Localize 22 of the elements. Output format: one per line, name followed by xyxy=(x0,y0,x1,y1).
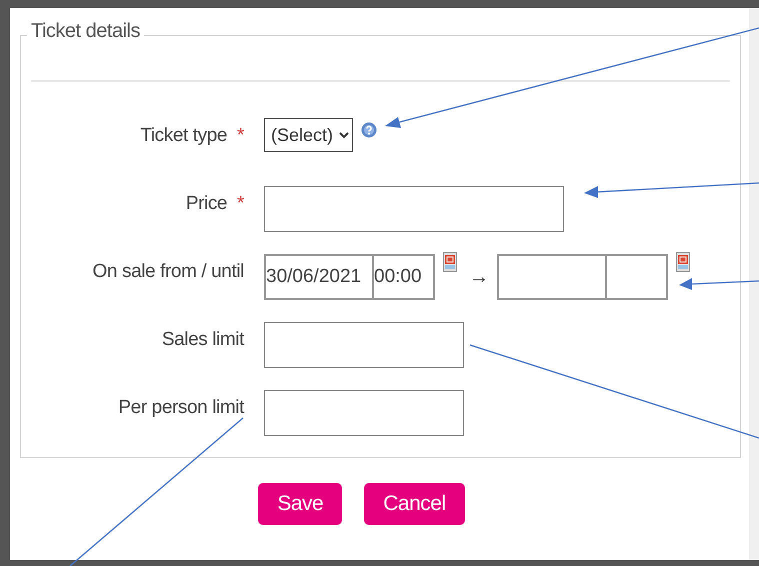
text-field[interactable] xyxy=(264,390,464,436)
field-label: On sale from / until xyxy=(92,261,244,282)
help-icon[interactable] xyxy=(361,122,377,138)
field-label: Sales limit xyxy=(162,329,244,350)
field-label: Price xyxy=(186,193,228,214)
arrow-separator: → xyxy=(469,265,489,290)
dialog-button[interactable]: Save xyxy=(258,483,342,525)
text-field[interactable] xyxy=(264,186,564,232)
required-mark: * xyxy=(237,125,244,146)
dialog-button[interactable]: Cancel xyxy=(364,483,465,525)
field-label: Per person limit xyxy=(118,397,244,418)
field-label: Ticket type xyxy=(140,125,228,146)
time-field[interactable] xyxy=(607,254,668,300)
date-field[interactable]: 30/06/2021 xyxy=(264,254,374,300)
calendar-icon[interactable] xyxy=(676,252,690,272)
calendar-icon[interactable] xyxy=(443,252,457,272)
text-field[interactable] xyxy=(264,322,464,368)
date-field[interactable] xyxy=(497,254,607,300)
time-field[interactable]: 00:00 xyxy=(374,254,435,300)
ticket-type-dropdown[interactable]: (Select) xyxy=(264,118,353,152)
required-mark: * xyxy=(237,193,244,214)
scrollbar[interactable] xyxy=(749,8,759,560)
